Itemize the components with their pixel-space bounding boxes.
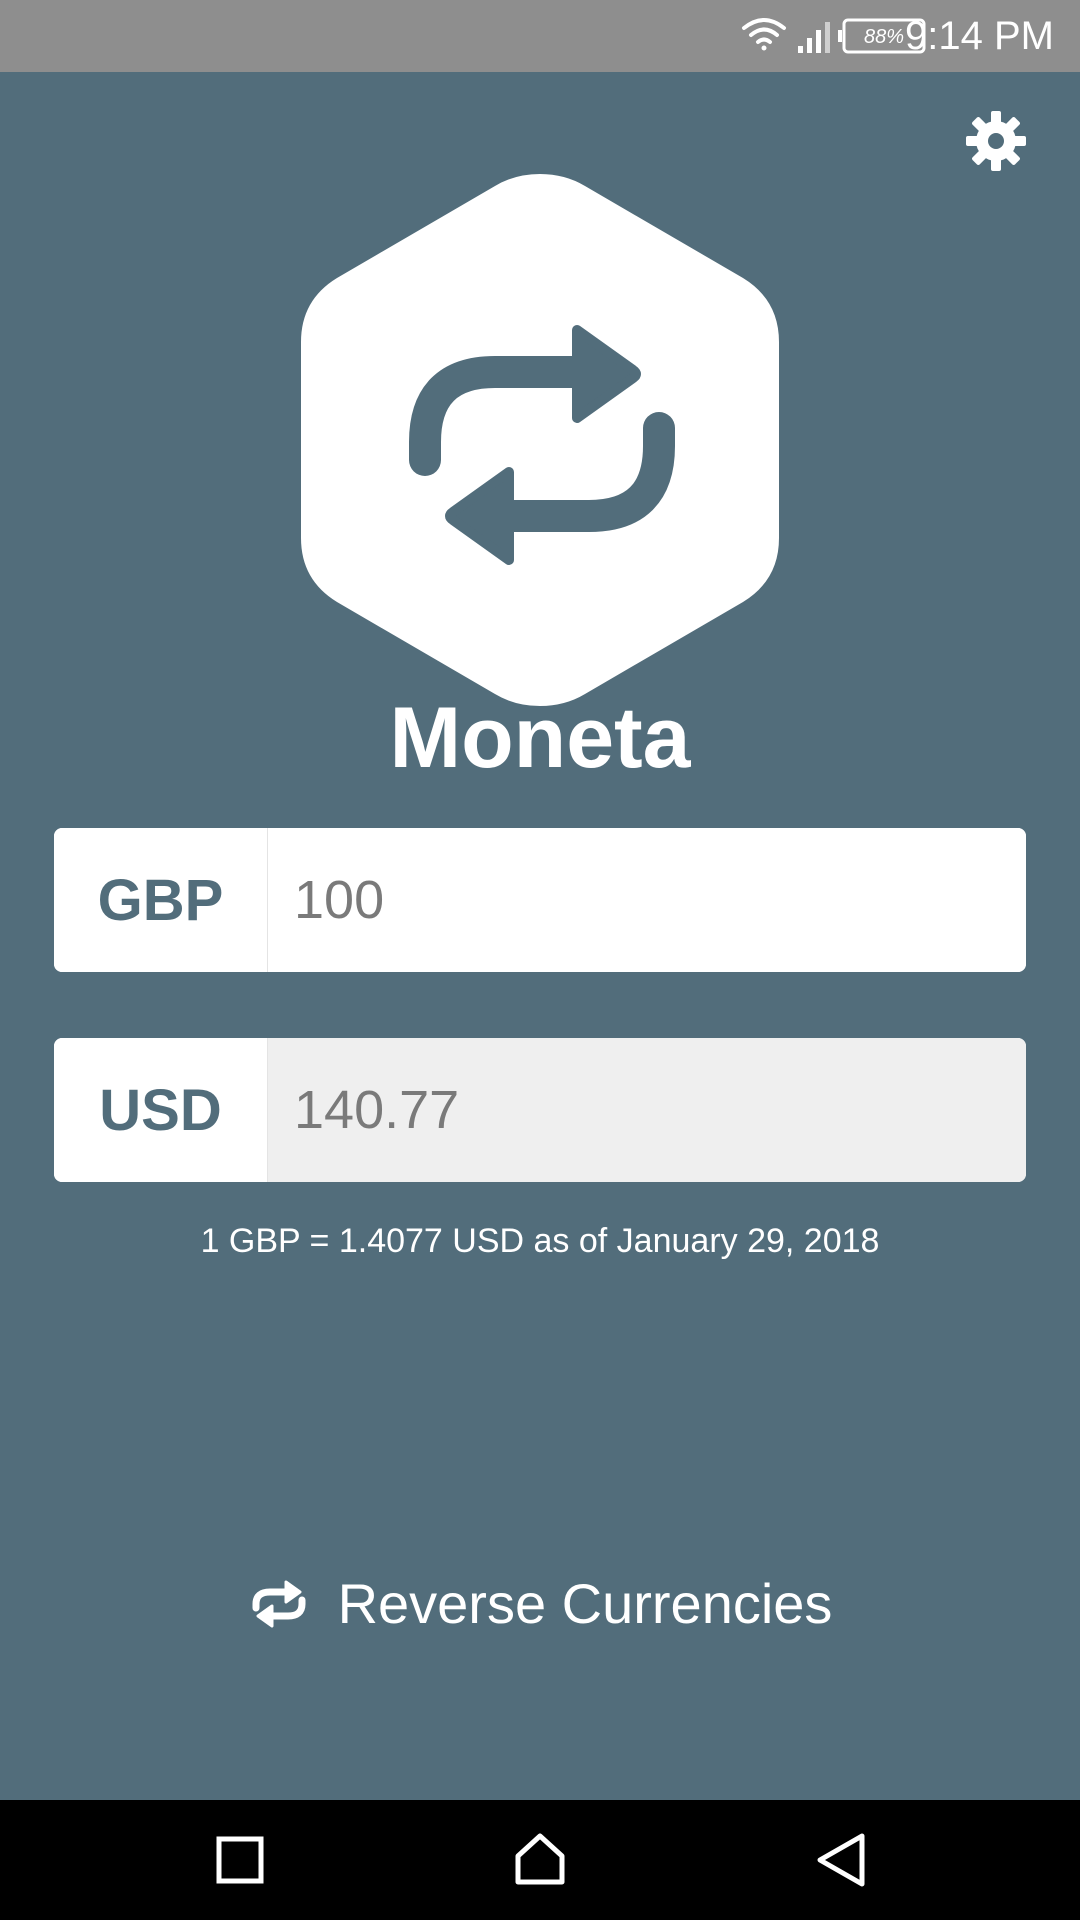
reverse-currencies-label: Reverse Currencies xyxy=(337,1572,833,1635)
reverse-currencies-button[interactable]: Reverse Currencies xyxy=(230,1568,850,1640)
exchange-rate-text: 1 GBP = 1.4077 USD as of January 29, 201… xyxy=(200,1222,880,1260)
status-bar: 88% 9:14 PM xyxy=(0,0,1080,72)
logo-hexagon xyxy=(301,174,779,706)
cell-signal-icon xyxy=(798,22,830,53)
app-title: Moneta xyxy=(389,690,691,786)
status-icons: 88% xyxy=(742,18,926,54)
to-currency-selector[interactable]: USD xyxy=(54,1038,268,1182)
gear-icon[interactable] xyxy=(964,109,1028,173)
wifi-icon xyxy=(742,18,786,51)
to-currency-row: USD 140.77 xyxy=(54,1038,1026,1182)
back-triangle-icon[interactable] xyxy=(810,1830,870,1890)
from-currency-row: GBP 100 xyxy=(54,828,1026,972)
navigation-bar xyxy=(0,1800,1080,1920)
to-amount-output: 140.77 xyxy=(268,1038,1026,1182)
from-currency-selector[interactable]: GBP xyxy=(54,828,268,972)
app-logo xyxy=(301,174,779,706)
home-icon[interactable] xyxy=(510,1830,570,1890)
from-amount-input[interactable]: 100 xyxy=(268,828,1026,972)
battery-percent: 88% xyxy=(864,26,904,48)
square-icon[interactable] xyxy=(210,1830,270,1890)
status-time: 9:14 PM xyxy=(905,14,1054,58)
repeat-icon xyxy=(252,1580,306,1628)
